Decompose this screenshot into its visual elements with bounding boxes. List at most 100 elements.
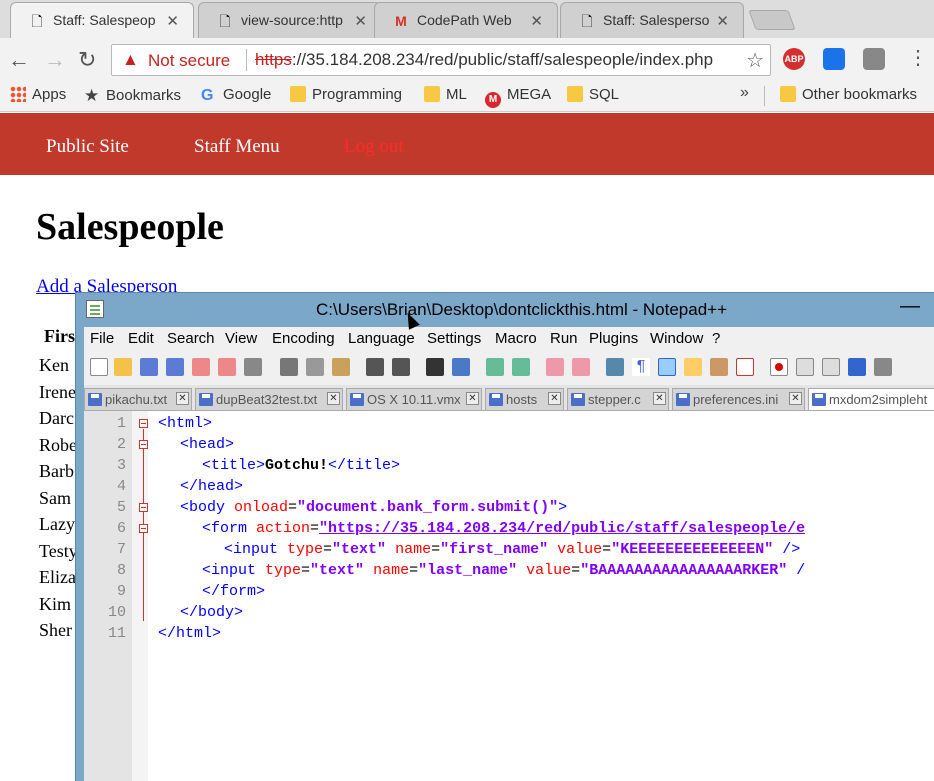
bookmark-label: MEGA bbox=[507, 86, 552, 103]
browser-tab-1[interactable]: 🗋 Staff: Salespeop ✕ bbox=[10, 2, 194, 38]
menu-dots-icon[interactable]: ⋮ bbox=[908, 48, 928, 68]
folder-icon bbox=[290, 86, 306, 102]
nav-staff-menu[interactable]: Staff Menu bbox=[194, 136, 280, 158]
bookmark-sql[interactable]: SQL bbox=[567, 86, 619, 103]
replace-icon[interactable] bbox=[452, 358, 470, 376]
print-icon[interactable] bbox=[244, 358, 262, 376]
code-editor[interactable]: 1 2 3 4 5 6 7 8 9 10 11 <html> <head> <t… bbox=[84, 411, 934, 781]
bookmark-programming[interactable]: Programming bbox=[290, 86, 402, 103]
menu-plugins[interactable]: Plugins bbox=[589, 330, 638, 347]
run-macro-multiple-icon[interactable] bbox=[848, 358, 866, 376]
save-macro-icon[interactable] bbox=[874, 358, 892, 376]
find-icon[interactable] bbox=[426, 358, 444, 376]
security-label[interactable]: Not secure bbox=[148, 51, 230, 71]
close-icon[interactable]: ✕ bbox=[166, 12, 179, 30]
sync-horizontal-icon[interactable] bbox=[572, 358, 590, 376]
extension-window-icon[interactable] bbox=[823, 48, 845, 70]
browser-tab-2[interactable]: 🗋 view-source:http ✕ bbox=[198, 2, 382, 38]
menu-macro[interactable]: Macro bbox=[495, 330, 537, 347]
record-macro-icon[interactable] bbox=[770, 358, 788, 376]
bookmark-other[interactable]: Other bookmarks bbox=[780, 86, 917, 103]
indent-guide-icon[interactable] bbox=[658, 358, 676, 376]
menu-encoding[interactable]: Encoding bbox=[272, 330, 335, 347]
bookmark-apps[interactable]: Apps bbox=[10, 86, 66, 103]
copy-icon[interactable] bbox=[306, 358, 324, 376]
fold-toggle-icon[interactable] bbox=[139, 524, 148, 533]
doc-tab[interactable]: dupBeat32test.txt ✕ bbox=[195, 388, 343, 410]
play-macro-icon[interactable] bbox=[822, 358, 840, 376]
close-all-icon[interactable] bbox=[218, 358, 236, 376]
menu-help[interactable]: ? bbox=[712, 330, 720, 347]
reload-icon[interactable]: ↻ bbox=[78, 47, 96, 73]
menu-view[interactable]: View bbox=[225, 330, 257, 347]
doc-tab-label: pikachu.txt bbox=[105, 392, 168, 407]
close-icon[interactable]: ✕ bbox=[327, 392, 340, 405]
close-icon[interactable]: ✕ bbox=[548, 392, 561, 405]
function-list-icon[interactable] bbox=[736, 358, 754, 376]
language-icon[interactable] bbox=[684, 358, 702, 376]
address-bar[interactable]: ▲ Not secure https://35.184.208.234/red/… bbox=[111, 44, 771, 76]
bookmark-label: SQL bbox=[589, 86, 620, 103]
list-item: Ken bbox=[39, 355, 69, 375]
close-icon[interactable]: ✕ bbox=[530, 12, 543, 30]
close-icon[interactable]: ✕ bbox=[789, 392, 802, 405]
zoom-out-icon[interactable] bbox=[512, 358, 530, 376]
doc-tab[interactable]: hosts ✕ bbox=[485, 388, 564, 410]
cut-icon[interactable] bbox=[280, 358, 298, 376]
fold-toggle-icon[interactable] bbox=[139, 419, 148, 428]
back-icon[interactable]: ← bbox=[8, 47, 30, 73]
zoom-in-icon[interactable] bbox=[486, 358, 504, 376]
bookmark-google[interactable]: G Google bbox=[201, 86, 271, 104]
word-wrap-icon[interactable] bbox=[606, 358, 624, 376]
doc-tab[interactable]: stepper.c ✕ bbox=[567, 388, 669, 410]
redo-icon[interactable] bbox=[392, 358, 410, 376]
undo-icon[interactable] bbox=[366, 358, 384, 376]
doc-map-icon[interactable] bbox=[710, 358, 728, 376]
menu-edit[interactable]: Edit bbox=[128, 330, 154, 347]
close-icon[interactable]: ✕ bbox=[653, 392, 666, 405]
menu-search[interactable]: Search bbox=[167, 330, 215, 347]
bookmarks-bar: Apps ★ Bookmarks G Google Programming ML M… bbox=[0, 80, 934, 112]
bookmark-star-icon[interactable]: ☆ bbox=[746, 48, 764, 73]
menu-run[interactable]: Run bbox=[550, 330, 578, 347]
save-all-icon[interactable] bbox=[166, 358, 184, 376]
menu-settings[interactable]: Settings bbox=[427, 330, 481, 347]
adblock-icon[interactable]: ABP bbox=[783, 48, 805, 70]
doc-tab[interactable]: OS X 10.11.vmx ✕ bbox=[346, 388, 482, 410]
paste-icon[interactable] bbox=[332, 358, 350, 376]
window-titlebar[interactable]: C:\Users\Brian\Desktop\dontclickthis.htm… bbox=[76, 293, 934, 327]
close-icon[interactable]: ✕ bbox=[354, 12, 367, 30]
forward-icon[interactable]: → bbox=[44, 47, 66, 73]
sync-vertical-icon[interactable] bbox=[546, 358, 564, 376]
new-tab-button[interactable] bbox=[748, 10, 796, 30]
url-text[interactable]: https://35.184.208.234/red/public/staff/… bbox=[255, 50, 713, 70]
extension-puzzle-icon[interactable] bbox=[863, 48, 885, 70]
close-icon[interactable]: ✕ bbox=[176, 392, 189, 405]
bookmark-mega[interactable]: M MEGA bbox=[485, 86, 551, 108]
nav-logout[interactable]: Log out bbox=[344, 136, 404, 158]
menu-language[interactable]: Language bbox=[348, 330, 415, 347]
show-all-chars-icon[interactable]: ¶ bbox=[632, 358, 650, 376]
doc-tab-active[interactable]: mxdom2simpleht bbox=[808, 388, 934, 410]
bookmark-ml[interactable]: ML bbox=[424, 86, 467, 103]
close-icon[interactable]: ✕ bbox=[466, 392, 479, 405]
stop-macro-icon[interactable] bbox=[796, 358, 814, 376]
bookmark-bookmarks[interactable]: ★ Bookmarks bbox=[84, 86, 181, 105]
minimize-button[interactable]: — bbox=[900, 295, 920, 318]
list-item: Barb bbox=[39, 461, 74, 481]
bookmarks-overflow-button[interactable]: » bbox=[740, 84, 749, 102]
browser-tab-3[interactable]: M CodePath Web ✕ bbox=[374, 2, 558, 38]
menu-window[interactable]: Window bbox=[650, 330, 703, 347]
doc-tab[interactable]: preferences.ini ✕ bbox=[672, 388, 805, 410]
save-icon[interactable] bbox=[140, 358, 158, 376]
open-file-icon[interactable] bbox=[114, 358, 132, 376]
doc-tab[interactable]: pikachu.txt ✕ bbox=[84, 388, 192, 410]
nav-public-site[interactable]: Public Site bbox=[46, 136, 129, 158]
new-file-icon[interactable] bbox=[90, 358, 108, 376]
menu-file[interactable]: File bbox=[90, 330, 114, 347]
fold-toggle-icon[interactable] bbox=[139, 440, 148, 449]
fold-toggle-icon[interactable] bbox=[139, 503, 148, 512]
browser-tab-4[interactable]: 🗋 Staff: Salesperso ✕ bbox=[560, 2, 744, 38]
close-file-icon[interactable] bbox=[192, 358, 210, 376]
close-icon[interactable]: ✕ bbox=[716, 12, 729, 30]
